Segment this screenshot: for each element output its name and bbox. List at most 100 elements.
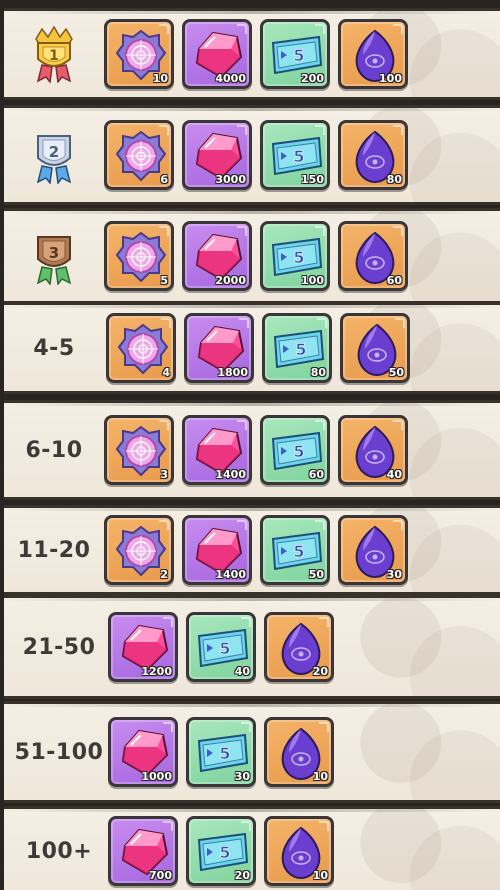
item-quantity: 3000 [215,173,246,186]
reward-item-ticket[interactable]: 5 40 [186,612,256,682]
silver-medal-icon: 2 [32,126,76,184]
svg-text:5: 5 [219,744,230,763]
reward-items: 10 4000 5 200 100 [104,11,408,97]
rank-cell: 51-100 [4,704,114,800]
rank-cell: 100+ [4,809,114,890]
reward-row-rank-21-50: 21-50 1200 5 40 20 [4,595,500,699]
reward-item-summon-crest[interactable]: 5 [104,221,174,291]
item-quantity: 200 [301,72,324,85]
reward-row-rank-4-5: 4-5 4 1800 5 80 50 [4,302,500,394]
reward-item-egg[interactable]: 60 [338,221,408,291]
reward-row-rank-1: 1 10 4000 5 200 100 [4,8,500,100]
reward-item-gem[interactable]: 2000 [182,221,252,291]
reward-row-rank-51-100: 51-100 1000 5 30 10 [4,701,500,803]
item-quantity: 50 [388,366,404,379]
reward-item-gem[interactable]: 1000 [108,717,178,787]
item-quantity: 6 [160,173,168,186]
item-quantity: 20 [312,665,328,678]
item-quantity: 2 [160,568,168,581]
reward-item-egg[interactable]: 10 [264,816,334,886]
svg-text:5: 5 [293,442,304,461]
reward-item-summon-crest[interactable]: 10 [104,19,174,89]
reward-item-ticket[interactable]: 5 20 [186,816,256,886]
reward-item-gem[interactable]: 4000 [182,19,252,89]
reward-item-egg[interactable]: 80 [338,120,408,190]
item-quantity: 10 [312,869,328,882]
item-quantity: 1400 [215,568,246,581]
item-quantity: 10 [152,72,168,85]
reward-item-gem[interactable]: 1800 [184,313,254,383]
reward-item-gem[interactable]: 3000 [182,120,252,190]
reward-item-egg[interactable]: 100 [338,19,408,89]
rank-range-label: 4-5 [33,335,75,361]
rank-range-label: 6-10 [25,437,83,463]
bronze-medal-icon: 3 [32,227,76,285]
reward-item-gem[interactable]: 700 [108,816,178,886]
item-quantity: 1000 [141,770,172,783]
rank-range-label: 100+ [25,838,93,864]
reward-items: 5 2000 5 100 60 [104,211,408,301]
reward-row-rank-3: 3 5 2000 5 100 60 [4,208,500,304]
gold-medal-icon: 1 [32,25,76,83]
rank-range-label: 11-20 [17,537,91,563]
item-quantity: 80 [386,173,402,186]
item-quantity: 60 [308,468,324,481]
item-quantity: 4000 [215,72,246,85]
rank-cell: 4-5 [4,305,104,391]
reward-row-rank-11-20: 11-20 2 1400 5 50 30 [4,505,500,595]
reward-row-rank-6-10: 6-10 3 1400 5 60 40 [4,400,500,500]
reward-item-summon-crest[interactable]: 2 [104,515,174,585]
reward-items: 700 5 20 10 [108,809,334,890]
item-quantity: 10 [312,770,328,783]
reward-item-gem[interactable]: 1200 [108,612,178,682]
reward-item-ticket[interactable]: 5 80 [262,313,332,383]
reward-item-ticket[interactable]: 5 50 [260,515,330,585]
item-quantity: 60 [386,274,402,287]
reward-item-egg[interactable]: 40 [338,415,408,485]
reward-item-ticket[interactable]: 5 200 [260,19,330,89]
reward-row-rank-2: 2 6 3000 5 150 80 [4,105,500,205]
item-quantity: 1400 [215,468,246,481]
item-quantity: 150 [301,173,324,186]
reward-items: 4 1800 5 80 50 [106,305,410,391]
reward-item-summon-crest[interactable]: 4 [106,313,176,383]
item-quantity: 3 [160,468,168,481]
item-quantity: 700 [149,869,172,882]
rank-cell: 2 [4,108,104,202]
reward-item-egg[interactable]: 50 [340,313,410,383]
item-quantity: 20 [234,869,250,882]
item-quantity: 80 [310,366,326,379]
item-quantity: 50 [308,568,324,581]
reward-item-ticket[interactable]: 5 150 [260,120,330,190]
reward-item-summon-crest[interactable]: 3 [104,415,174,485]
reward-items: 1000 5 30 10 [108,704,334,800]
svg-text:5: 5 [219,639,230,658]
reward-item-gem[interactable]: 1400 [182,415,252,485]
reward-item-ticket[interactable]: 5 60 [260,415,330,485]
reward-item-egg[interactable]: 10 [264,717,334,787]
reward-item-egg[interactable]: 30 [338,515,408,585]
rank-range-label: 21-50 [22,634,96,660]
reward-row-rank-100-plus: 100+ 700 5 20 10 [4,806,500,890]
reward-item-summon-crest[interactable]: 6 [104,120,174,190]
medal-rank-label: 3 [49,244,59,262]
item-quantity: 30 [234,770,250,783]
reward-item-ticket[interactable]: 5 100 [260,221,330,291]
rank-cell: 21-50 [4,598,114,696]
svg-text:5: 5 [295,340,306,359]
rank-cell: 11-20 [4,508,104,592]
rank-rewards-list: 1 10 4000 5 200 100 2 6 3000 5 150 80 3 … [0,0,500,890]
svg-text:5: 5 [293,248,304,267]
reward-items: 2 1400 5 50 30 [104,508,408,592]
rank-cell: 6-10 [4,403,104,497]
reward-item-ticket[interactable]: 5 30 [186,717,256,787]
item-quantity: 1200 [141,665,172,678]
reward-item-egg[interactable]: 20 [264,612,334,682]
item-quantity: 40 [234,665,250,678]
reward-item-gem[interactable]: 1400 [182,515,252,585]
rank-cell: 3 [4,211,104,301]
svg-text:5: 5 [293,542,304,561]
item-quantity: 30 [386,568,402,581]
reward-items: 1200 5 40 20 [108,598,334,696]
item-quantity: 1800 [217,366,248,379]
